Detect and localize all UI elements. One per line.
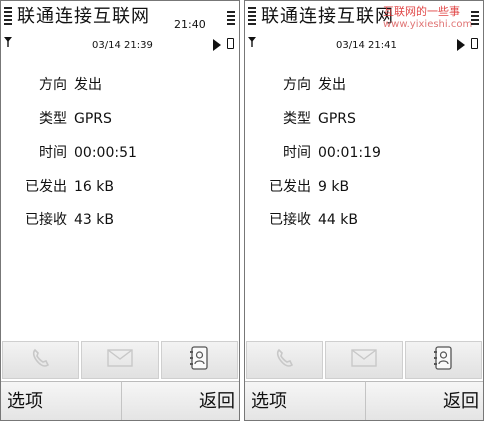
row-value: GPRS [74, 111, 112, 127]
row-label: 方向 [283, 77, 311, 93]
row-value: 44 kB [318, 212, 358, 228]
call-button[interactable] [2, 341, 80, 379]
screen-title: 联通连接互联网 [261, 6, 394, 27]
row-value: 00:00:51 [74, 145, 137, 161]
row-label: 已接收 [25, 212, 67, 228]
back-softkey[interactable]: 返回 [121, 381, 239, 420]
message-button[interactable] [325, 341, 403, 379]
row-value: 16 kB [74, 179, 114, 195]
mail-icon [107, 349, 133, 371]
watermark-url: www.yixieshi.com [383, 19, 473, 30]
battery-icon [227, 38, 234, 49]
contacts-icon [433, 346, 453, 374]
antenna-icon [248, 37, 256, 50]
info-row-sent: 已发出 9 kB [245, 177, 483, 197]
toolbar [2, 341, 238, 379]
play-icon [213, 39, 221, 51]
options-softkey[interactable]: 选项 [245, 381, 366, 420]
row-label: 方向 [39, 77, 67, 93]
watermark-line: 互联网的一些事 [383, 5, 460, 18]
phone-screen-left: 联通连接互联网 21:40 03/14 21:39 方向 发出 类型 GPRS … [0, 0, 240, 421]
antenna-icon [4, 37, 12, 50]
signal-strength-icon [4, 7, 14, 29]
date-time: 03/14 21:39 [92, 40, 153, 51]
watermark: 互联网的一些事 www.yixieshi.com [383, 5, 472, 31]
phone-icon [274, 347, 296, 373]
phone-screen-right: 联通连接互联网 互联网的一些事 www.yixieshi.com 03/14 2… [244, 0, 484, 421]
info-row-received: 已接收 44 kB [245, 210, 483, 230]
info-row-direction: 方向 发出 [245, 75, 483, 95]
info-row-sent: 已发出 16 kB [1, 177, 239, 197]
info-row-type: 类型 GPRS [245, 109, 483, 129]
row-value: 发出 [74, 77, 102, 93]
screen-title: 联通连接互联网 [17, 6, 150, 27]
play-icon [457, 39, 465, 51]
battery-icon [471, 38, 478, 49]
row-label: 时间 [283, 145, 311, 161]
row-label: 已发出 [269, 179, 311, 195]
row-label: 类型 [283, 111, 311, 127]
row-label: 时间 [39, 145, 67, 161]
options-softkey[interactable]: 选项 [1, 381, 122, 420]
phone-icon [30, 347, 52, 373]
info-row-time: 时间 00:00:51 [1, 143, 239, 163]
row-value: GPRS [318, 111, 356, 127]
softkey-bar: 选项 返回 [245, 381, 483, 420]
info-row-time: 时间 00:01:19 [245, 143, 483, 163]
row-label: 类型 [39, 111, 67, 127]
row-value: 9 kB [318, 179, 350, 195]
battery-level-icon [225, 11, 235, 31]
row-label: 已发出 [25, 179, 67, 195]
message-button[interactable] [81, 341, 159, 379]
signal-strength-icon [248, 7, 258, 29]
info-row-type: 类型 GPRS [1, 109, 239, 129]
contacts-button[interactable] [404, 341, 482, 379]
row-value: 43 kB [74, 212, 114, 228]
row-value: 00:01:19 [318, 145, 381, 161]
row-value: 发出 [318, 77, 346, 93]
call-button[interactable] [246, 341, 324, 379]
contacts-icon [189, 346, 209, 374]
mail-icon [351, 349, 377, 371]
softkey-bar: 选项 返回 [1, 381, 239, 420]
contacts-button[interactable] [160, 341, 238, 379]
date-time: 03/14 21:41 [336, 40, 397, 51]
info-row-direction: 方向 发出 [1, 75, 239, 95]
row-label: 已接收 [269, 212, 311, 228]
info-row-received: 已接收 43 kB [1, 210, 239, 230]
battery-level-icon [469, 11, 479, 31]
toolbar [246, 341, 482, 379]
screenshot-page: 联通连接互联网 21:40 03/14 21:39 方向 发出 类型 GPRS … [0, 0, 484, 421]
back-softkey[interactable]: 返回 [365, 381, 483, 420]
clock-time: 21:40 [174, 18, 206, 31]
